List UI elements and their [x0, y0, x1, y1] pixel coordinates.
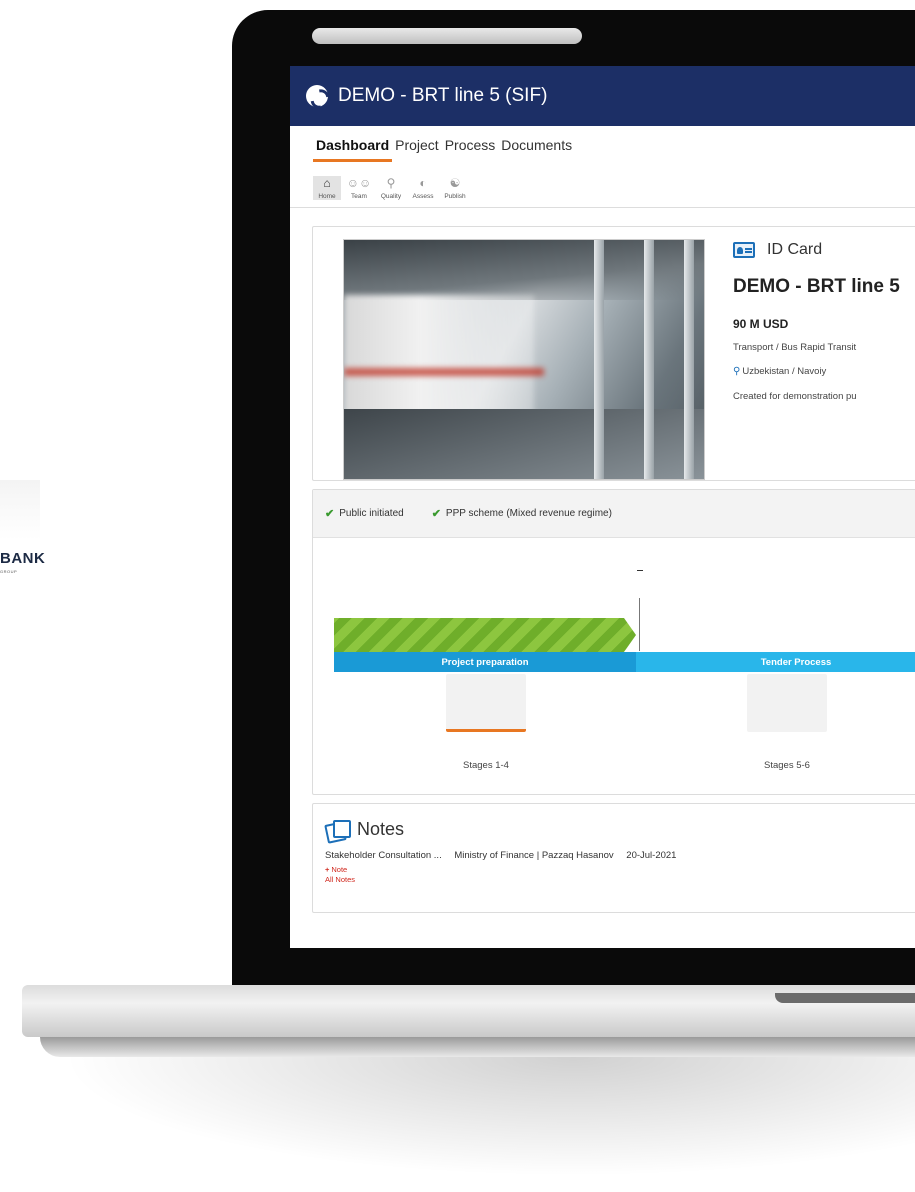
gauge-icon: ◐	[419, 176, 427, 190]
stage-box-1-4[interactable]	[446, 674, 526, 732]
project-photo	[343, 239, 705, 480]
check-ppp-scheme: ✔ PPP scheme (Mixed revenue regime)	[432, 507, 612, 520]
id-card-icon	[733, 242, 755, 258]
notes-panel: Notes Stakeholder Consultation ... Minis…	[312, 803, 915, 913]
note-author: Ministry of Finance | Pazzaq Hasanov	[454, 850, 614, 861]
tool-home-label: Home	[318, 193, 336, 200]
phase-project-preparation[interactable]: Project preparation	[334, 652, 636, 672]
tool-assess-label: Assess	[412, 193, 434, 200]
tool-team[interactable]: ☺☺ Team	[345, 176, 373, 200]
laptop-notch	[775, 993, 915, 1003]
project-budget: 90 M USD	[733, 317, 789, 331]
id-card-panel: ID Card DEMO - BRT line 5 90 M USD Trans…	[312, 226, 915, 481]
tab-process[interactable]: Process	[442, 137, 499, 170]
stage-box-5-6[interactable]	[747, 674, 827, 732]
app-title: DEMO - BRT line 5 (SIF)	[338, 85, 548, 106]
app-header: DEMO - BRT line 5 (SIF)	[290, 66, 915, 126]
add-note-label: Note	[331, 865, 348, 874]
project-description: Created for demonstration pu	[733, 391, 857, 402]
background-logo-subtext: GROUP	[0, 569, 18, 574]
app-screen: DEMO - BRT line 5 (SIF) Dashboard Projec…	[290, 66, 915, 948]
laptop-base-edge	[40, 1037, 915, 1057]
tool-assess[interactable]: ◐ Assess	[409, 176, 437, 200]
project-location-text: Uzbekistan / Navoiy	[742, 366, 827, 377]
stage-label-1-4: Stages 1-4	[463, 760, 509, 771]
today-marker	[637, 570, 643, 571]
tool-team-label: Team	[351, 193, 367, 200]
dashboard-content: ID Card DEMO - BRT line 5 90 M USD Trans…	[312, 226, 915, 921]
progress-arrow	[334, 618, 636, 652]
tool-publish[interactable]: ☯ Publish	[441, 176, 469, 200]
phase-tender-process[interactable]: Tender Process	[636, 652, 915, 672]
status-checks: ✔ Public initiated ✔ PPP scheme (Mixed r…	[313, 490, 915, 538]
tool-publish-label: Publish	[444, 193, 466, 200]
main-tabs: Dashboard Project Process Documents	[290, 126, 915, 170]
notes-title: Notes	[357, 818, 405, 839]
project-location: ⚲ Uzbekistan / Navoiy	[733, 366, 826, 377]
search-icon: ⚲	[386, 176, 396, 190]
all-notes-link[interactable]: All Notes	[325, 875, 915, 884]
check-label: Public initiated	[339, 508, 404, 519]
dashboard-toolbar: ⌂ Home ☺☺ Team ⚲ Quality ◐ Assess ☯ Publ…	[290, 170, 915, 208]
home-icon: ⌂	[323, 176, 331, 190]
app-logo-icon[interactable]	[306, 85, 328, 107]
tool-home[interactable]: ⌂ Home	[313, 176, 341, 200]
tab-dashboard[interactable]: Dashboard	[313, 137, 392, 170]
plus-icon: +	[325, 865, 330, 874]
id-card-label: ID Card	[767, 241, 823, 258]
checkmark-icon: ✔	[431, 508, 441, 520]
team-icon: ☺☺	[346, 176, 372, 190]
location-pin-icon: ⚲	[733, 366, 741, 377]
project-sector: Transport / Bus Rapid Transit	[733, 342, 857, 353]
note-date: 20-Jul-2021	[626, 850, 677, 861]
checkmark-icon: ✔	[325, 508, 335, 520]
note-subject: Stakeholder Consultation ...	[325, 850, 442, 861]
notes-icon	[325, 818, 351, 840]
note-item[interactable]: Stakeholder Consultation ... Ministry of…	[325, 850, 915, 861]
tool-quality-label: Quality	[380, 193, 402, 200]
laptop-speaker	[312, 28, 582, 44]
tool-quality[interactable]: ⚲ Quality	[377, 176, 405, 200]
tab-project[interactable]: Project	[392, 137, 442, 170]
project-name: DEMO - BRT line 5	[733, 276, 900, 297]
add-note-link[interactable]: + Note	[325, 865, 915, 874]
check-label: PPP scheme (Mixed revenue regime)	[445, 508, 612, 519]
process-status-panel: ✔ Public initiated ✔ PPP scheme (Mixed r…	[312, 489, 915, 795]
today-line	[639, 598, 640, 651]
handshake-icon: ☯	[449, 176, 461, 190]
background-logo: BANK GROUP	[0, 480, 46, 574]
notes-heading: Notes	[325, 818, 915, 840]
background-logo-text: BANK	[0, 550, 46, 567]
tab-documents[interactable]: Documents	[498, 137, 575, 170]
check-public-initiated: ✔ Public initiated	[325, 507, 404, 520]
laptop-shadow	[60, 1057, 915, 1177]
stage-label-5-6: Stages 5-6	[764, 760, 810, 771]
id-card-heading: ID Card	[733, 241, 822, 259]
